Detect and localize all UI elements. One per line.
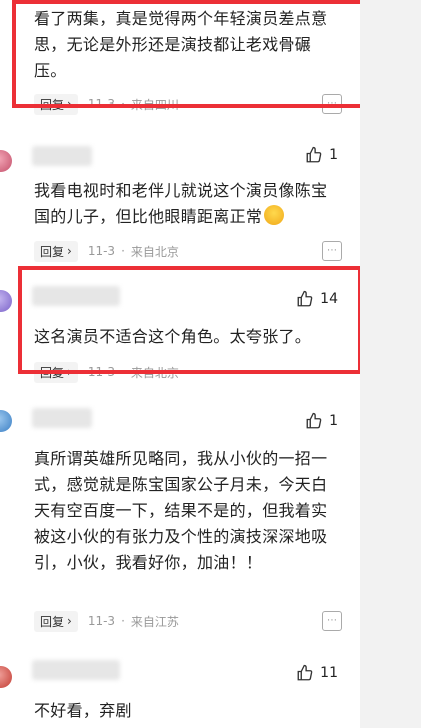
- username[interactable]: [32, 408, 92, 428]
- comment-text: 我看电视时和老伴儿就说这个演员像陈宝国的儿子，但比他眼睛距离正常: [34, 181, 328, 226]
- comment-item: 1 真所谓英雄所见略同，我从小伙的一招一式，感觉就是陈宝国家公子月未，今天白天有…: [0, 400, 360, 640]
- highlight-box: [18, 266, 362, 374]
- avatar[interactable]: [0, 666, 12, 688]
- comment-item: 1 我看电视时和老伴儿就说这个演员像陈宝国的儿子，但比他眼睛距离正常 回复 › …: [0, 136, 360, 266]
- comment-date: 11-3: [87, 614, 116, 628]
- avatar[interactable]: [0, 290, 12, 312]
- chevron-right-icon: ›: [67, 614, 72, 628]
- thumbs-up-icon: [306, 412, 322, 429]
- reply-label: 回复: [40, 614, 65, 629]
- scrollbar-track[interactable]: [360, 0, 421, 728]
- like-button[interactable]: 11: [296, 664, 338, 682]
- avatar[interactable]: [0, 410, 12, 432]
- comment-text: 不好看，弃剧: [34, 701, 132, 720]
- comment-date: 11-3: [87, 244, 116, 258]
- username[interactable]: [32, 146, 92, 166]
- comment-meta: 回复 › 11-3 · 来自北京 ⋯: [34, 240, 342, 262]
- more-icon[interactable]: ⋯: [322, 611, 342, 631]
- comment-feed: 看了两集，真是觉得两个年轻演员差点意思，无论是外形还是演技都让老戏骨碾压。 回复…: [0, 0, 372, 728]
- more-icon[interactable]: ⋯: [322, 241, 342, 261]
- comment-item: 11 不好看，弃剧: [0, 652, 360, 728]
- thumbs-up-icon: [306, 146, 322, 163]
- reply-label: 回复: [40, 244, 65, 259]
- like-button[interactable]: 1: [305, 146, 338, 164]
- like-count: 1: [329, 147, 338, 163]
- crying-laughing-emoji-icon: [264, 205, 285, 225]
- comment-meta: 回复 › 11-3 · 来自江苏 ⋯: [34, 610, 342, 632]
- comment-text: 真所谓英雄所见略同，我从小伙的一招一式，感觉就是陈宝国家公子月未，今天白天有空百…: [34, 449, 328, 572]
- comment-location: 来自北京: [130, 244, 179, 259]
- like-count: 1: [329, 413, 338, 429]
- chevron-right-icon: ›: [67, 244, 72, 258]
- thumbs-up-icon: [297, 664, 313, 681]
- highlight-box: [12, 0, 372, 108]
- reply-button[interactable]: 回复 ›: [34, 240, 78, 262]
- avatar[interactable]: [0, 150, 12, 172]
- like-count: 11: [320, 665, 338, 681]
- like-button[interactable]: 1: [305, 412, 338, 430]
- reply-button[interactable]: 回复 ›: [34, 610, 78, 632]
- username[interactable]: [32, 660, 120, 680]
- comment-location: 来自江苏: [130, 614, 179, 629]
